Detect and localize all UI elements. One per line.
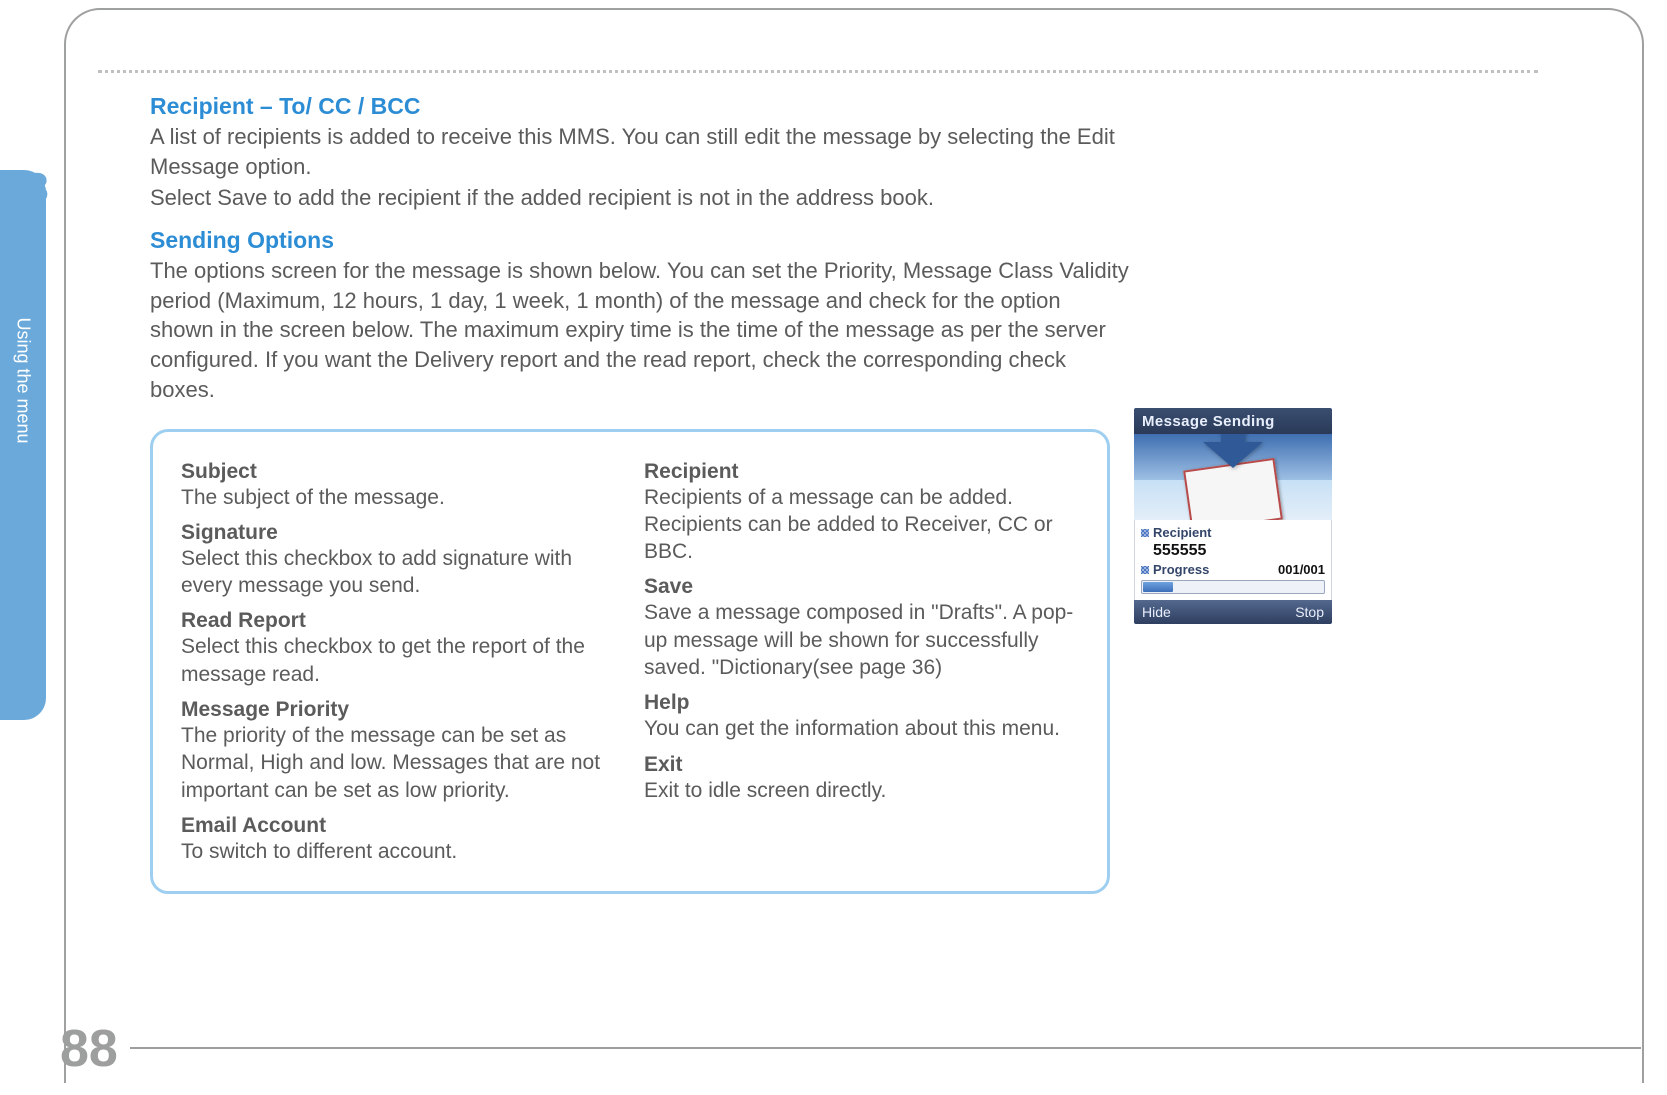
option-term: Signature [181, 521, 616, 545]
recipient-label: Recipient [1141, 525, 1212, 540]
option-desc: The subject of the message. [181, 484, 616, 511]
paragraph: Select Save to add the recipient if the … [150, 183, 1120, 213]
option-desc: The priority of the message can be set a… [181, 722, 616, 804]
softkey-hide[interactable]: Hide [1142, 604, 1171, 620]
option-term: Email Account [181, 814, 616, 838]
option-term: Subject [181, 460, 616, 484]
chapter-title: Using the menu [13, 317, 34, 443]
options-callout-box: Subject The subject of the message. Sign… [150, 429, 1110, 895]
paragraph: The options screen for the message is sh… [150, 256, 1130, 404]
option-term: Read Report [181, 609, 616, 633]
phone-titlebar: Message Sending [1134, 408, 1332, 434]
chapter-tab: 03 Using the menu [0, 170, 46, 720]
options-column-right: Recipient Recipients of a message can be… [644, 450, 1079, 872]
bullet-icon [1141, 529, 1149, 537]
phone-softkeys: Hide Stop [1134, 600, 1332, 624]
divider-dotted [98, 70, 1538, 73]
footer-rule [130, 1047, 1641, 1049]
option-desc: You can get the information about this m… [644, 715, 1079, 742]
option-term: Recipient [644, 460, 1079, 484]
progress-fill [1143, 582, 1173, 592]
option-term: Save [644, 575, 1079, 599]
softkey-stop[interactable]: Stop [1295, 604, 1324, 620]
option-desc: Save a message composed in "Drafts". A p… [644, 599, 1079, 681]
option-desc: Recipients of a message can be added. Re… [644, 484, 1079, 566]
heading-sending-options: Sending Options [150, 227, 1614, 254]
option-desc: Select this checkbox to add signature wi… [181, 545, 616, 600]
page-number: 88 [60, 1019, 118, 1079]
progress-value: 001/001 [1278, 562, 1325, 577]
option-term: Message Priority [181, 698, 616, 722]
option-term: Exit [644, 753, 1079, 777]
page-content: Recipient – To/ CC / BCC A list of recip… [150, 70, 1614, 894]
option-desc: Select this checkbox to get the report o… [181, 633, 616, 688]
progress-label: Progress [1141, 562, 1209, 577]
phone-panel: Recipient 555555 Progress 001/001 [1134, 520, 1332, 600]
chapter-number: 03 [2, 164, 49, 212]
option-desc: Exit to idle screen directly. [644, 777, 1079, 804]
bullet-icon [1141, 566, 1149, 574]
progress-bar [1141, 580, 1325, 594]
paragraph: A list of recipients is added to receive… [150, 122, 1120, 181]
options-column-left: Subject The subject of the message. Sign… [181, 450, 616, 872]
phone-screenshot: Message Sending Recipient 555555 Progres… [1134, 408, 1332, 642]
option-desc: To switch to different account. [181, 838, 616, 865]
option-term: Help [644, 691, 1079, 715]
recipient-value: 555555 [1141, 542, 1206, 560]
heading-recipient: Recipient – To/ CC / BCC [150, 93, 1614, 120]
send-arrow-icon [1203, 442, 1263, 468]
phone-illustration [1134, 434, 1332, 520]
